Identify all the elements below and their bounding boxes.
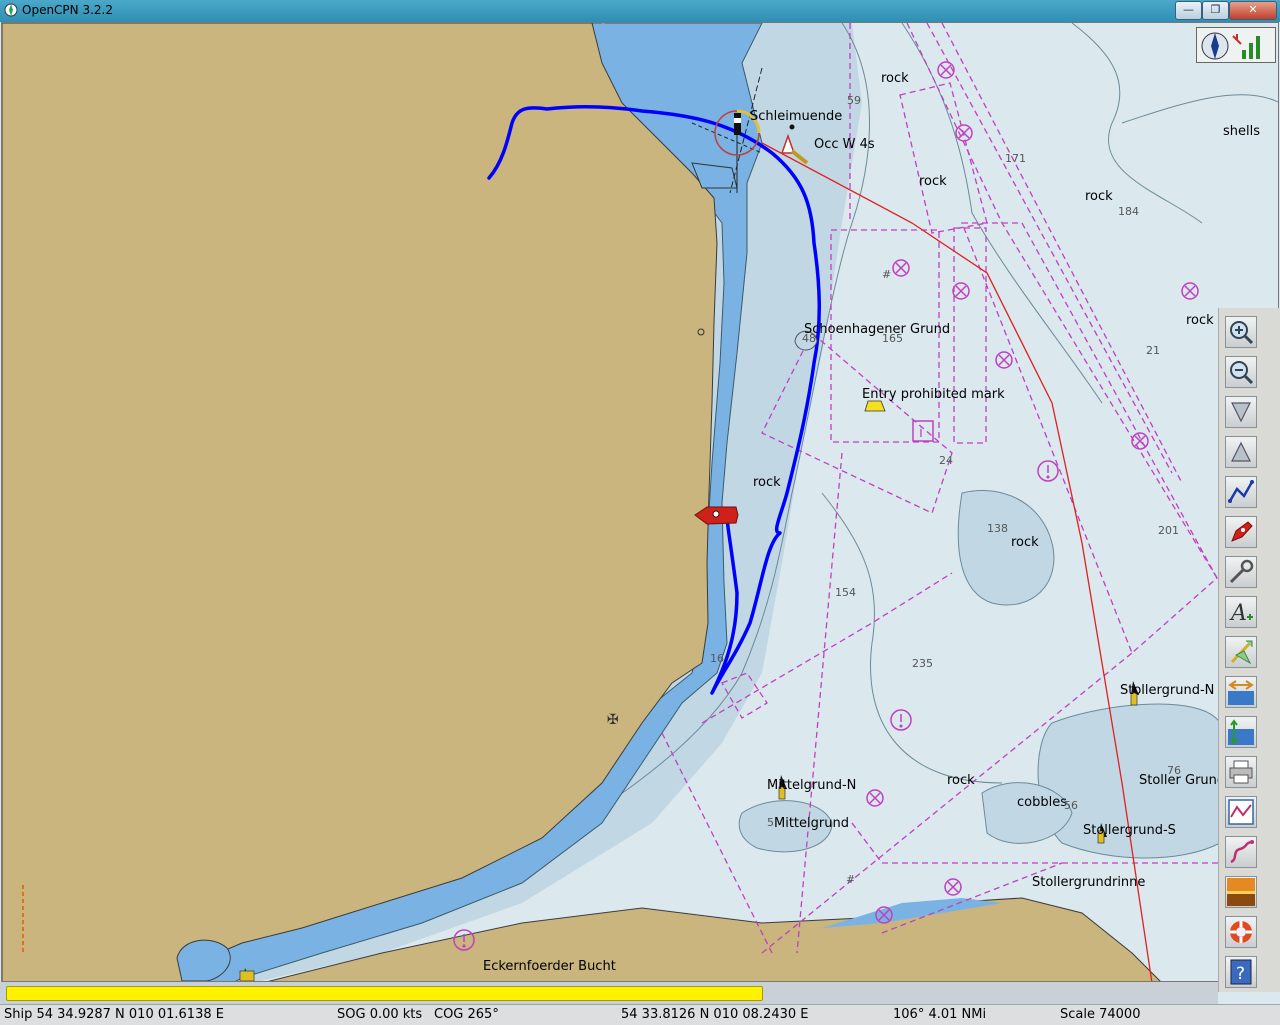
tide-icon (1228, 680, 1254, 705)
depth-sounding: # (882, 268, 892, 281)
label-stollergrund-n: Stollergrund-N (1120, 683, 1215, 698)
current-button[interactable] (1225, 636, 1257, 668)
depth-sounding: 76 (1167, 764, 1181, 777)
label-rock: rock (1186, 313, 1214, 328)
help-icon: ? (1230, 959, 1252, 985)
help-button[interactable]: ? (1225, 956, 1257, 988)
zoom-out-icon (1230, 361, 1254, 385)
label-eckernfoerder-bucht: Eckernfoerder Bucht (483, 959, 616, 974)
bearing-distance: 106° 4.01 NMi (893, 1007, 987, 1022)
svg-text:i: i (919, 425, 923, 441)
label-rock: rock (1011, 535, 1039, 550)
label-light-character: Occ W 4s (814, 137, 875, 152)
track-button[interactable] (1225, 836, 1257, 868)
depth-sounding: 59 (847, 94, 861, 107)
ship-position: Ship 54 34.9287 N 010 01.6138 E (4, 1007, 224, 1022)
ship-icon (1231, 521, 1253, 542)
window-title: OpenCPN 3.2.2 (22, 3, 113, 17)
print-icon (1229, 760, 1253, 784)
label-rock: rock (919, 174, 947, 189)
depth-sounding: 16 (710, 652, 724, 665)
route-manager-icon (1228, 799, 1254, 825)
depth-sounding: # (846, 873, 856, 886)
title-bar: OpenCPN 3.2.2 — ❐ ✕ (0, 0, 1280, 22)
status-bar: Ship 54 34.9287 N 010 01.6138 E SOG 0.00… (0, 1004, 1280, 1025)
track-icon (1230, 840, 1254, 864)
tide-button[interactable] (1225, 676, 1257, 708)
tide-level-icon (1228, 719, 1254, 745)
label-rock: rock (881, 71, 909, 86)
tide-level-button[interactable] (1225, 716, 1257, 748)
sunset-icon (1227, 878, 1255, 906)
chart-load-progress-bar (6, 986, 763, 1001)
minimize-button[interactable]: — (1175, 1, 1202, 20)
route-manager-button[interactable] (1225, 796, 1257, 828)
depth-sounding: 165 (882, 332, 903, 345)
cursor-position: 54 33.8126 N 010 08.2430 E (621, 1007, 809, 1022)
route-icon (1228, 480, 1254, 503)
label-rock: rock (947, 773, 975, 788)
man-overboard-button[interactable] (1225, 916, 1257, 948)
depth-sounding: 5 (767, 816, 774, 829)
scale-in-button[interactable] (1225, 396, 1257, 428)
svg-text:?: ? (1236, 964, 1245, 984)
label-mittelgrund-n: Mittelgrund-N (767, 778, 857, 793)
course-over-ground: COG 265° (434, 1007, 499, 1022)
chart-scale: Scale 74000 (1060, 1007, 1141, 1022)
label-shells: shells (1223, 124, 1261, 139)
label-rock: rock (753, 475, 781, 490)
depth-sounding: 201 (1158, 524, 1179, 537)
label-mittelgrund: Mittelgrund (774, 816, 849, 831)
label-entry-prohibited-mark: Entry prohibited mark (862, 387, 1005, 402)
current-icon (1230, 640, 1253, 665)
depth-sounding: 184 (1118, 205, 1139, 218)
text-toggle-button[interactable]: A (1225, 596, 1257, 628)
svg-text:✠: ✠ (607, 712, 619, 728)
compass-widget[interactable] (1196, 27, 1276, 63)
label-cobbles: cobbles (1017, 795, 1067, 810)
speed-over-ground: SOG 0.00 kts (337, 1007, 423, 1022)
depth-sounding: 24 (939, 454, 953, 467)
north-arrow-icon (1201, 32, 1260, 60)
scale-in-icon (1231, 402, 1251, 423)
label-schleimuende: Schleimuende (750, 109, 843, 124)
label-schoenhagener-grund: Schoenhagener Grund (804, 322, 951, 337)
depth-sounding: 21 (1146, 344, 1160, 357)
scale-out-icon (1231, 441, 1251, 462)
create-route-button[interactable] (1225, 476, 1257, 508)
close-button[interactable]: ✕ (1229, 1, 1277, 20)
depth-sounding: 235 (912, 657, 933, 670)
print-button[interactable] (1225, 756, 1257, 788)
zoom-in-button[interactable] (1225, 316, 1257, 348)
zoom-in-icon (1230, 321, 1254, 345)
nautical-chart: i ✠ (2, 23, 1278, 981)
depth-sounding: 56 (1064, 799, 1078, 812)
zoom-out-button[interactable] (1225, 356, 1257, 388)
scale-out-button[interactable] (1225, 436, 1257, 468)
svg-text:A: A (1229, 601, 1247, 626)
opencpn-logo-icon (4, 3, 18, 17)
chart-canvas[interactable]: i ✠ rock Schleimuende Occ W 4s rock rock… (1, 22, 1279, 982)
depth-sounding: 154 (835, 586, 856, 599)
wrench-icon (1229, 559, 1254, 584)
main-toolbar: A ? (1218, 308, 1280, 992)
depth-sounding: 48 (802, 332, 816, 345)
label-rock: rock (1085, 189, 1113, 204)
depth-sounding: 171 (1005, 152, 1026, 165)
label-stoller-grund: Stoller Grund (1139, 773, 1226, 788)
text-icon: A (1229, 601, 1253, 626)
settings-button[interactable] (1225, 556, 1257, 588)
follow-ship-button[interactable] (1225, 516, 1257, 548)
label-stollergrund-s: Stollergrund-S (1083, 823, 1176, 838)
restore-button[interactable]: ❐ (1202, 1, 1229, 20)
color-scheme-button[interactable] (1225, 876, 1257, 908)
label-stollergrundrinne: Stollergrundrinne (1032, 875, 1146, 890)
lifebuoy-icon (1230, 921, 1252, 943)
depth-sounding: 138 (987, 522, 1008, 535)
